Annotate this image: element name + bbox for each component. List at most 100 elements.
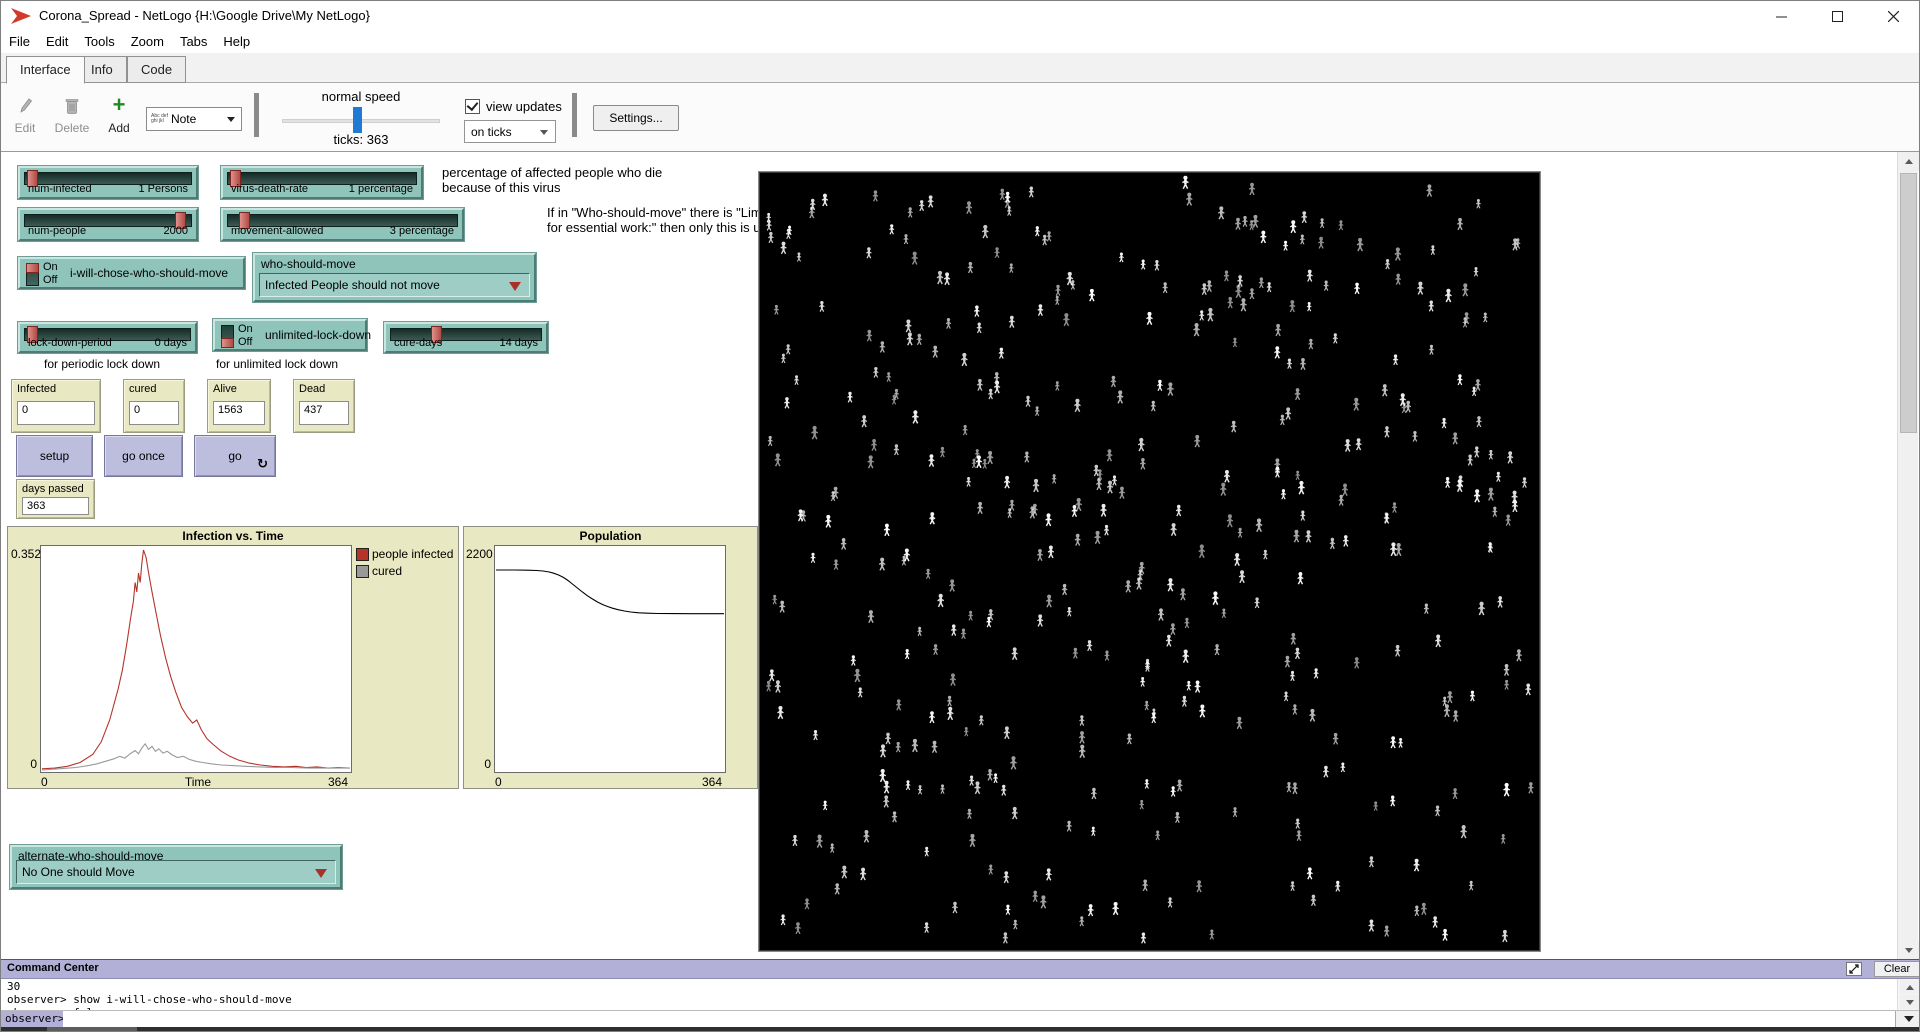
infection-chart-canvas xyxy=(41,546,351,772)
tab-code[interactable]: Code xyxy=(127,56,186,83)
add-widget-button[interactable]: + Add xyxy=(98,89,140,143)
plot-title: Population xyxy=(464,529,757,543)
switch-handle[interactable] xyxy=(221,338,234,348)
slider-lock-down-period[interactable]: lock-down-period0 days xyxy=(18,322,197,353)
x-axis-max: 364 xyxy=(328,775,348,789)
widget-type-dropdown[interactable]: Abc def ghi jkl Note xyxy=(146,107,242,131)
edit-widget-button[interactable]: Edit xyxy=(4,89,46,143)
menu-tabs[interactable]: Tabs xyxy=(172,31,215,53)
chooser-value[interactable]: No One should Move xyxy=(16,860,336,884)
slider-num-people[interactable]: num-people 2000 xyxy=(18,208,198,241)
go-forever-button[interactable]: go ↻ xyxy=(194,435,276,477)
monitor-days-passed: days passed 363 xyxy=(16,479,95,519)
dropdown-triangle-icon xyxy=(509,282,521,291)
monitor-label: Infected xyxy=(17,383,56,395)
netlogo-window: Corona_Spread - NetLogo {H:\Google Drive… xyxy=(0,0,1920,1032)
close-icon xyxy=(1888,11,1899,22)
slider-virus-death-rate[interactable]: virus-death-rate1 percentage xyxy=(221,166,423,199)
monitor-label: cured xyxy=(129,383,157,395)
command-input-field[interactable] xyxy=(63,1011,1895,1027)
update-mode-dropdown[interactable]: on ticks xyxy=(464,120,556,143)
slider-value: 3 percentage xyxy=(390,225,454,237)
switch-unlimited-lock-down[interactable]: On Off unlimited-lock-down xyxy=(213,319,367,351)
scroll-up-button[interactable] xyxy=(1900,980,1920,994)
monitor-infected: Infected 0 xyxy=(11,379,101,433)
slider-name: virus-death-rate xyxy=(231,183,308,195)
expand-command-center-button[interactable] xyxy=(1846,962,1862,976)
menu-edit[interactable]: Edit xyxy=(38,31,76,53)
monitor-value: 363 xyxy=(22,497,89,515)
menu-zoom[interactable]: Zoom xyxy=(123,31,172,53)
toolbar-separator xyxy=(254,93,259,137)
chooser-value[interactable]: Infected People should not move xyxy=(259,273,530,297)
command-center-header: Command Center Clear xyxy=(1,960,1920,979)
command-output[interactable]: 30 observer> show i-will-chose-who-shoul… xyxy=(1,979,1897,1010)
menu-help[interactable]: Help xyxy=(215,31,258,53)
legend-item-people-infected: people infected xyxy=(356,547,453,561)
maximize-icon xyxy=(1832,11,1843,22)
chevron-down-icon xyxy=(227,117,235,122)
netlogo-logo-icon xyxy=(10,7,32,25)
menu-tools[interactable]: Tools xyxy=(76,31,122,53)
chooser-alternate-who-should-move[interactable]: alternate-who-should-move No One should … xyxy=(10,845,342,889)
y-axis-max: 0.352 xyxy=(11,547,41,561)
legend-swatch-gray xyxy=(356,565,369,578)
slider-name: num-people xyxy=(28,225,86,237)
slider-movement-allowed[interactable]: movement-allowed 3 percentage xyxy=(221,208,464,241)
slider-cure-days[interactable]: cure-days 14 days xyxy=(384,322,548,353)
scroll-down-button[interactable] xyxy=(1900,995,1920,1009)
speed-slider-label: normal speed xyxy=(281,89,441,104)
go-once-button[interactable]: go once xyxy=(104,435,183,477)
chooser-who-should-move[interactable]: who-should-move Infected People should n… xyxy=(253,253,536,302)
close-button[interactable] xyxy=(1865,1,1920,31)
menu-file[interactable]: File xyxy=(1,31,38,53)
delete-widget-button[interactable]: Delete xyxy=(51,89,93,143)
settings-button[interactable]: Settings... xyxy=(593,105,679,131)
setup-button[interactable]: setup xyxy=(16,435,93,477)
window-bottom-edge xyxy=(1,1027,1920,1032)
scrollbar-thumb[interactable] xyxy=(1900,173,1917,433)
x-axis-label: Time xyxy=(148,775,248,789)
plot-infection-vs-time: Infection vs. Time 0.352 0 0 Time 364 pe… xyxy=(7,526,459,789)
switch-track[interactable] xyxy=(221,325,234,348)
command-history-button[interactable] xyxy=(1895,1011,1920,1027)
interface-toolbar: Edit Delete + Add Abc def ghi jkl Note xyxy=(1,83,1920,151)
note-periodic-lockdown: for periodic lock down xyxy=(44,357,160,371)
slider-name: movement-allowed xyxy=(231,225,323,237)
update-mode-value: on ticks xyxy=(471,125,512,139)
speed-slider-handle[interactable] xyxy=(353,107,362,133)
trash-icon xyxy=(51,89,93,115)
interface-scrollbar[interactable] xyxy=(1897,152,1918,960)
monitor-cured: cured 0 xyxy=(123,379,185,433)
maximize-button[interactable] xyxy=(1809,1,1865,31)
note-unlimited-lockdown: for unlimited lock down xyxy=(216,357,338,371)
slider-num-infected[interactable]: num-infected1 Persons xyxy=(18,166,198,199)
scroll-down-button[interactable] xyxy=(1898,941,1919,960)
minimize-button[interactable] xyxy=(1753,1,1809,31)
x-axis-max: 364 xyxy=(702,775,722,789)
toolbar-separator xyxy=(572,93,577,137)
legend-item-cured: cured xyxy=(356,564,402,578)
command-center: Command Center Clear 30 observer> show i… xyxy=(1,959,1920,1027)
monitor-value: 1563 xyxy=(213,401,265,425)
monitor-value: 0 xyxy=(17,401,95,425)
slider-name: cure-days xyxy=(394,337,442,349)
world-view[interactable] xyxy=(759,172,1540,951)
switch-track[interactable] xyxy=(26,263,39,286)
command-center-title: Command Center xyxy=(7,962,99,974)
clear-button[interactable]: Clear xyxy=(1874,961,1920,977)
slider-value: 2000 xyxy=(164,225,188,237)
slider-name: lock-down-period xyxy=(28,337,112,349)
switch-handle[interactable] xyxy=(26,263,39,273)
plus-icon: + xyxy=(98,89,140,115)
x-axis-min: 0 xyxy=(41,775,48,789)
slider-value: 14 days xyxy=(499,337,538,349)
add-label: Add xyxy=(98,121,140,135)
scroll-up-button[interactable] xyxy=(1898,152,1919,171)
switch-i-will-chose-who-should-move[interactable]: On Off i-will-chose-who-should-move xyxy=(18,257,245,289)
command-output-scrollbar[interactable] xyxy=(1897,979,1920,1010)
tab-interface[interactable]: Interface xyxy=(6,56,85,84)
view-updates-checkbox[interactable] xyxy=(465,99,480,114)
observer-prompt[interactable]: observer> xyxy=(1,1011,63,1027)
y-axis-min: 0 xyxy=(478,757,491,771)
